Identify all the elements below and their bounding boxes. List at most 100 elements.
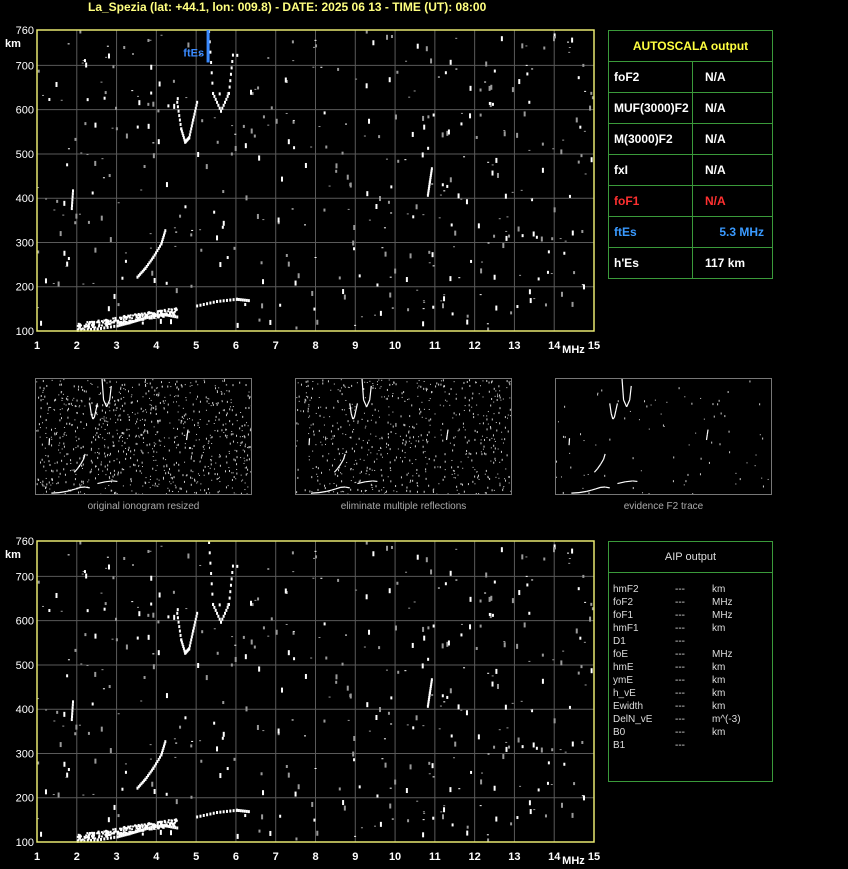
noise-dot <box>374 387 376 389</box>
noise-dot <box>165 182 168 188</box>
trace-point <box>210 582 213 586</box>
noise-dot <box>311 290 314 296</box>
x-unit-label: MHz <box>562 855 585 867</box>
noise-dot <box>247 394 249 397</box>
noise-dot <box>477 734 480 740</box>
noise-dot <box>228 450 230 452</box>
noise-dot <box>503 131 506 137</box>
noise-dot <box>225 455 227 458</box>
noise-dot <box>108 485 110 487</box>
noise-dot <box>160 381 162 384</box>
noise-dot <box>49 463 51 466</box>
trace-segment <box>85 486 90 489</box>
noise-dot <box>453 412 455 415</box>
noise-dot <box>221 736 224 740</box>
noise-dot <box>389 787 392 789</box>
noise-dot <box>223 432 225 434</box>
aip-row: hmF1 --- km <box>609 622 772 635</box>
noise-dot <box>529 298 532 304</box>
noise-dot <box>484 592 487 594</box>
trace-point <box>225 809 228 813</box>
noise-dot <box>152 153 155 159</box>
noise-dot <box>142 452 144 455</box>
noise-dot <box>230 152 233 156</box>
aip-param: foF1 <box>613 610 634 621</box>
trace-point <box>123 825 126 828</box>
trace-segment <box>605 486 610 489</box>
trace-point <box>156 312 159 315</box>
noise-dot <box>421 401 423 403</box>
noise-dot <box>120 418 122 421</box>
noise-dot <box>495 157 498 163</box>
noise-dot <box>92 793 95 795</box>
x-tick-label: 8 <box>312 851 318 863</box>
noise-dot <box>145 482 147 485</box>
noise-dot <box>106 382 108 384</box>
noise-dot <box>113 460 115 462</box>
noise-dot <box>123 469 125 471</box>
noise-dot <box>51 379 53 381</box>
noise-dot <box>222 190 225 194</box>
noise-dot <box>201 454 203 457</box>
trace-point <box>231 53 234 57</box>
noise-dot <box>374 825 377 827</box>
noise-dot <box>211 436 213 439</box>
noise-dot <box>152 101 155 107</box>
noise-dot <box>241 436 243 438</box>
noise-dot <box>150 64 153 70</box>
noise-dot <box>528 611 531 615</box>
noise-dot <box>56 199 59 203</box>
noise-dot <box>245 384 247 387</box>
trace-point <box>190 635 193 639</box>
noise-dot <box>479 599 482 603</box>
noise-dot <box>370 433 372 435</box>
noise-dot <box>443 805 446 807</box>
noise-dot <box>95 434 97 436</box>
noise-dot <box>495 476 497 478</box>
noise-dot <box>380 453 382 456</box>
noise-dot <box>90 382 92 384</box>
noise-dot <box>96 431 98 434</box>
noise-dot <box>44 278 47 284</box>
noise-dot <box>719 443 721 446</box>
noise-dot <box>122 440 124 442</box>
noise-dot <box>184 443 186 445</box>
noise-dot <box>506 380 508 383</box>
trace-point <box>196 304 199 308</box>
trace-segment <box>578 490 587 494</box>
noise-dot <box>563 762 566 766</box>
trace-point <box>103 830 106 833</box>
noise-dot <box>357 420 359 423</box>
noise-dot <box>517 226 520 232</box>
trace-point <box>159 309 162 312</box>
noise-dot <box>197 473 199 475</box>
noise-dot <box>197 424 199 426</box>
noise-dot <box>372 40 375 46</box>
noise-dot <box>344 465 346 467</box>
noise-dot <box>246 459 248 462</box>
trace-point <box>178 114 181 118</box>
trace-point <box>71 709 74 713</box>
noise-dot <box>699 473 701 476</box>
noise-dot <box>348 407 350 409</box>
trace-point <box>126 316 129 319</box>
noise-dot <box>408 398 410 400</box>
noise-dot <box>494 457 496 460</box>
noise-dot <box>582 63 585 67</box>
noise-dot <box>432 265 435 267</box>
noise-dot <box>442 478 444 481</box>
noise-dot <box>423 408 425 410</box>
noise-dot <box>472 412 474 415</box>
noise-dot <box>203 379 205 381</box>
noise-dot <box>323 111 326 115</box>
noise-dot <box>486 379 488 382</box>
noise-dot <box>139 470 141 473</box>
noise-dot <box>182 474 184 477</box>
noise-dot <box>489 478 491 481</box>
noise-dot <box>308 433 310 435</box>
noise-dot <box>244 143 247 149</box>
noise-dot <box>425 468 427 471</box>
noise-dot <box>346 174 349 180</box>
noise-dot <box>244 489 246 491</box>
noise-dot <box>457 430 459 432</box>
